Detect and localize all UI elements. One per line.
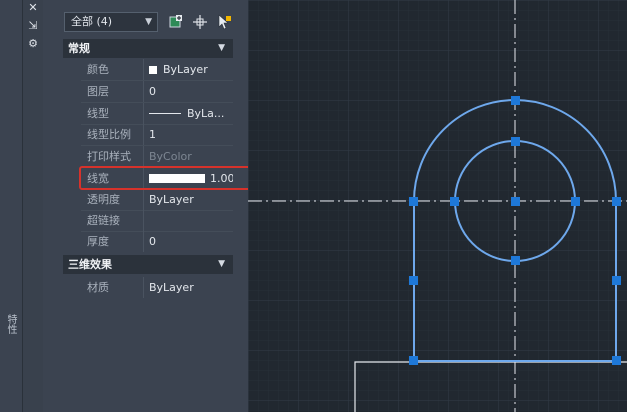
select-objects-icon[interactable] — [191, 13, 209, 31]
property-label: 线型 — [87, 107, 109, 120]
grip — [450, 197, 459, 206]
palette-title: 特性 — [5, 314, 16, 334]
grip — [612, 276, 621, 285]
object-selector-dropdown[interactable]: 全部 (4) ▼ — [64, 12, 158, 32]
property-row-transparency[interactable]: 透明度 ByLayer — [81, 189, 233, 210]
chevron-down-icon: ▼ — [145, 17, 152, 27]
properties-palette-title-strip: 特性 — [0, 0, 22, 412]
property-value[interactable]: ByLayer — [143, 59, 233, 80]
property-value[interactable] — [143, 210, 233, 231]
grip — [571, 197, 580, 206]
grip — [511, 96, 520, 105]
grip — [409, 356, 418, 365]
property-label: 颜色 — [87, 63, 109, 76]
property-row-plot-style[interactable]: 打印样式 ByColor — [81, 146, 233, 167]
property-row-layer[interactable]: 图层 0 — [81, 81, 233, 102]
grip — [511, 197, 520, 206]
quick-select-icon[interactable] — [215, 13, 233, 31]
section-general-label: 常规 — [68, 42, 90, 55]
property-row-hyperlink[interactable]: 超链接 — [81, 210, 233, 231]
grip — [511, 256, 520, 265]
toggle-pickadd-icon[interactable] — [167, 13, 185, 31]
canvas-grid — [248, 0, 627, 412]
grip — [409, 197, 418, 206]
property-value[interactable]: ByColor — [143, 146, 233, 167]
property-row-material[interactable]: 材质 ByLayer — [81, 277, 233, 298]
grip — [511, 137, 520, 146]
auto-hide-icon[interactable]: ⇲ — [26, 20, 40, 32]
color-swatch — [149, 66, 157, 74]
property-value[interactable]: ByLayer — [143, 277, 233, 298]
linetype-preview — [149, 113, 181, 114]
property-row-linetype-scale[interactable]: 线型比例 1 — [81, 124, 233, 145]
section-3d-label: 三维效果 — [68, 258, 112, 271]
property-label: 材质 — [87, 281, 109, 294]
property-label: 超链接 — [87, 214, 120, 227]
property-label: 打印样式 — [87, 150, 131, 163]
settings-icon[interactable]: ⚙ — [26, 38, 40, 50]
selector-value: 全部 (4) — [71, 15, 113, 28]
grip — [612, 197, 621, 206]
properties-panel: 全部 (4) ▼ 常规 ▼ 颜色 ByLayer 图层 0 线型 ByLa...… — [43, 0, 248, 412]
property-label: 透明度 — [87, 193, 120, 206]
chevron-down-icon: ▼ — [218, 259, 225, 269]
palette-toolbar: ✕ ⇲ ⚙ — [23, 0, 43, 412]
drawing-canvas[interactable] — [248, 0, 627, 412]
close-icon[interactable]: ✕ — [26, 2, 40, 14]
property-value[interactable]: ByLa... — [143, 103, 233, 124]
property-label: 线型比例 — [87, 128, 131, 141]
grip — [409, 276, 418, 285]
property-row-linetype[interactable]: 线型 ByLa... — [81, 103, 233, 124]
chevron-down-icon: ▼ — [218, 43, 225, 53]
grip — [612, 356, 621, 365]
property-value[interactable]: 0 — [143, 81, 233, 102]
property-row-thickness[interactable]: 厚度 0 — [81, 231, 233, 252]
property-value[interactable]: ByLayer — [143, 189, 233, 210]
property-value[interactable]: 0 — [143, 231, 233, 252]
section-3d-effects[interactable]: 三维效果 ▼ — [63, 255, 233, 274]
property-label: 厚度 — [87, 235, 109, 248]
property-row-color[interactable]: 颜色 ByLayer — [81, 59, 233, 80]
property-label: 图层 — [87, 85, 109, 98]
property-value[interactable]: 1 — [143, 124, 233, 145]
section-general[interactable]: 常规 ▼ — [63, 39, 233, 58]
